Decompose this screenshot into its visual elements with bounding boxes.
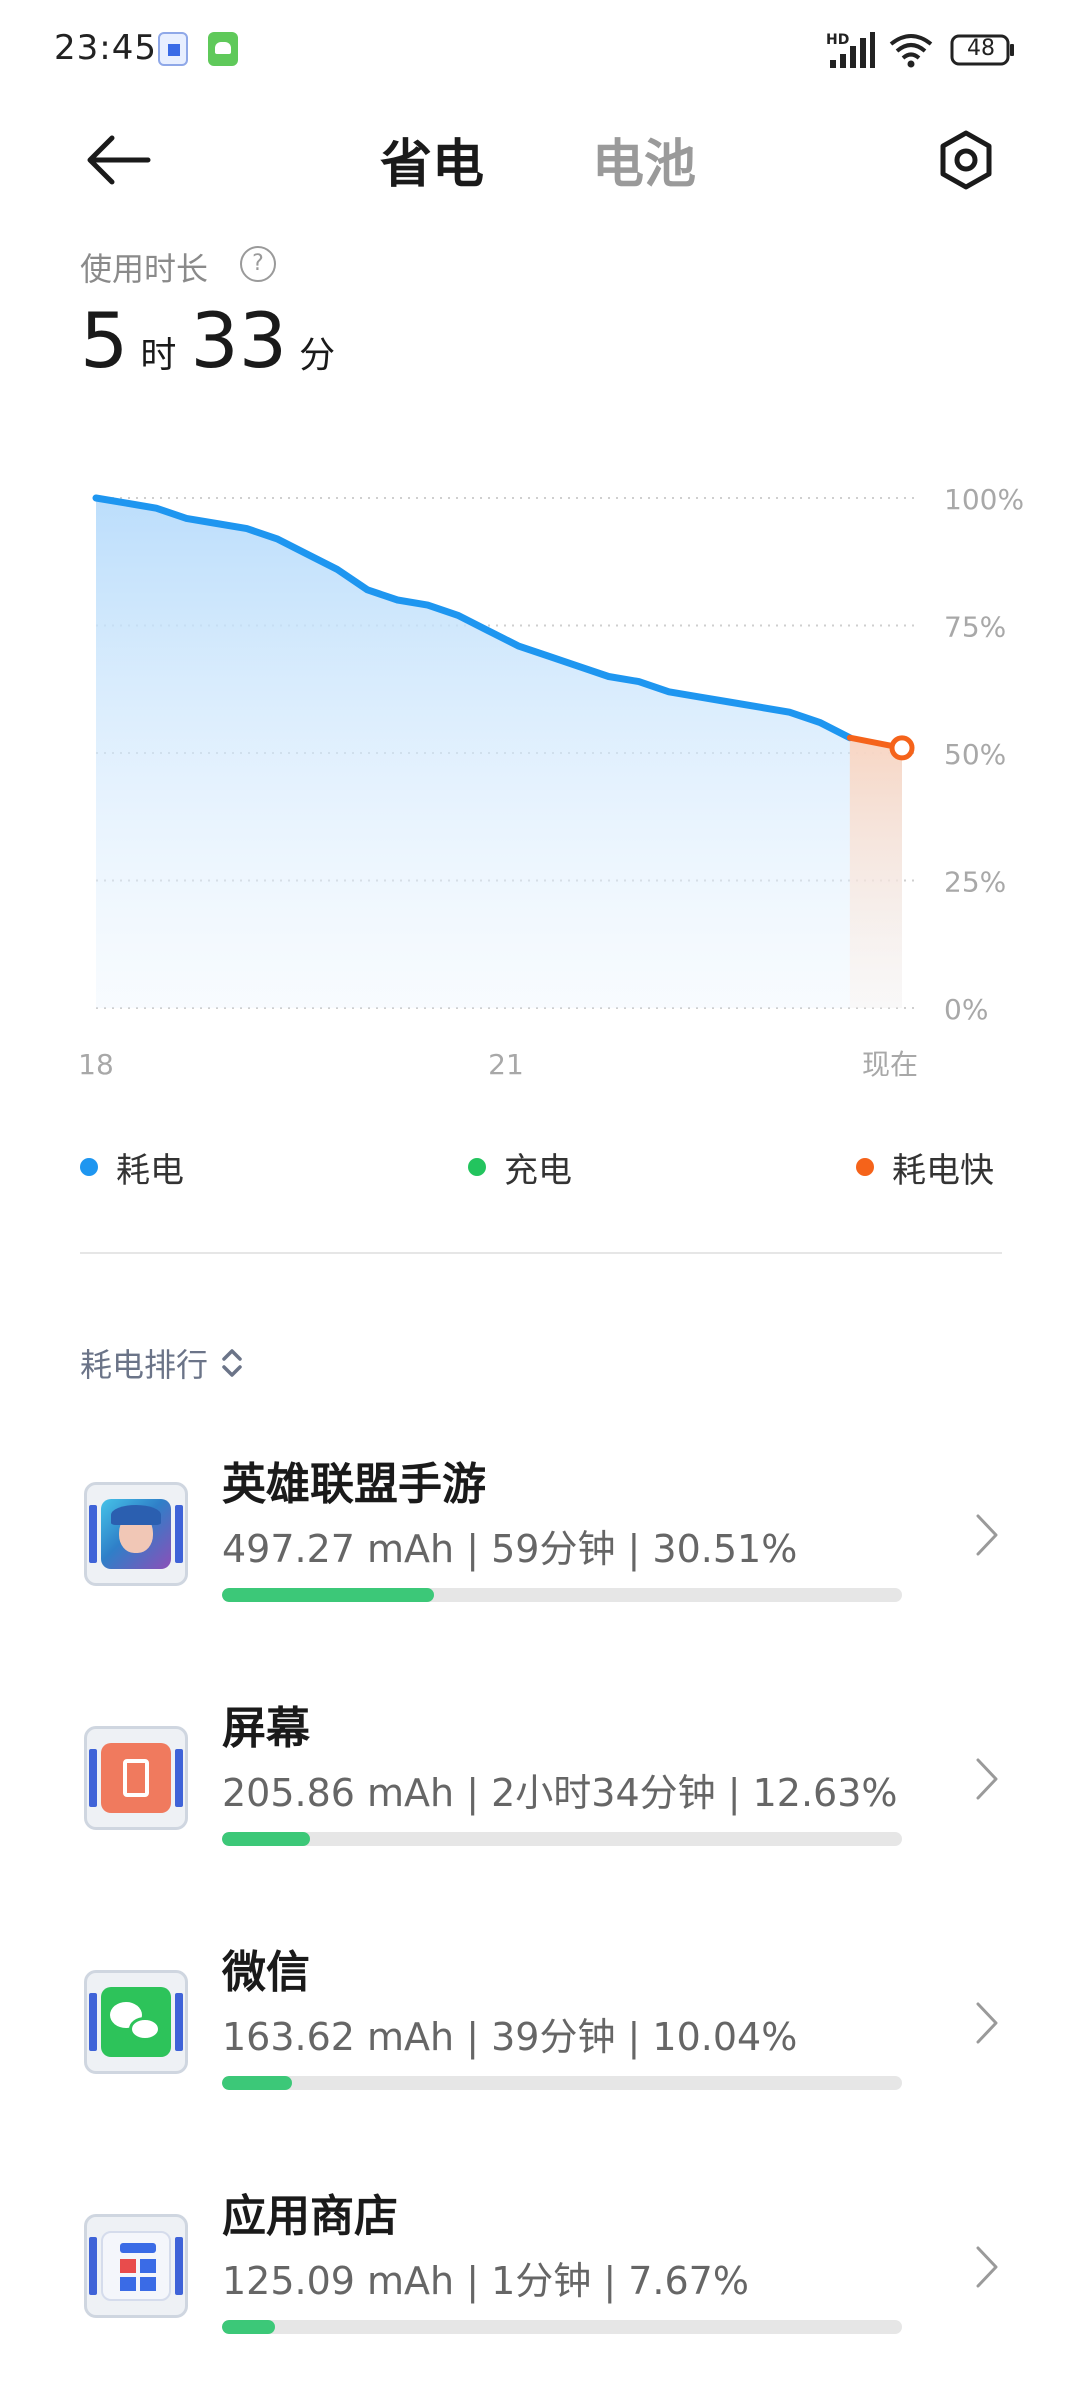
app-name: 微信 [222,1947,310,1998]
usage-bar-track [222,2076,902,2090]
sort-icon [222,1349,242,1377]
legend-discharge-label: 耗电 [116,1150,184,1191]
app-row-lol[interactable]: 英雄联盟手游 497.27 mAh | 59分钟 | 30.51% [0,1448,1080,1628]
app-store-icon [84,2214,188,2318]
back-button[interactable] [82,130,154,190]
usage-minutes-unit: 分 [299,335,336,376]
usage-bar-fill [222,2076,292,2090]
usage-hours-unit: 时 [140,335,177,376]
ranking-sort-toggle[interactable]: 耗电排行 [80,1340,246,1386]
status-bar: 23:45 HD 48 [0,0,1080,110]
wifi-icon [889,34,933,68]
usage-bar-fill [222,1588,434,1602]
app-name: 应用商店 [222,2191,398,2242]
x-tick-label: 现在 [862,1048,918,1081]
help-icon[interactable]: ? [240,246,276,282]
legend-charge-label: 充电 [504,1150,572,1191]
app-stats: 125.09 mAh | 1分钟 | 7.67% [222,2259,749,2303]
wechat-icon [84,1970,188,2074]
app-row-app-store[interactable]: 应用商店 125.09 mAh | 1分钟 | 7.67% [0,2180,1080,2360]
usage-bar-track [222,1832,902,1846]
legend-fast-drain-label: 耗电快 [892,1150,994,1191]
fast-drain-area [849,737,902,1008]
android-notification-icon [208,32,238,66]
app-stats: 497.27 mAh | 59分钟 | 30.51% [222,1527,798,1571]
usage-bar-fill [222,1832,310,1846]
battery-level: 48 [967,36,995,61]
legend-discharge-dot [80,1158,98,1176]
x-tick-label: 21 [488,1048,524,1081]
app-store-notification-icon [158,32,188,66]
usage-hours: 5 [80,296,129,385]
app-row-wechat[interactable]: 微信 163.62 mAh | 39分钟 | 10.04% [0,1936,1080,2116]
section-divider [80,1252,1002,1254]
app-stats: 163.62 mAh | 39分钟 | 10.04% [222,2015,798,2059]
current-level-marker [889,735,915,761]
status-time: 23:45 [54,28,157,68]
legend-discharge: 耗电 [80,1145,184,1191]
lol-game-icon [84,1482,188,1586]
y-tick-label: 50% [944,738,1006,771]
app-name: 屏幕 [222,1703,310,1754]
y-tick-label: 25% [944,866,1006,899]
screen-icon [84,1726,188,1830]
y-tick-label: 75% [944,611,1006,644]
usage-minutes: 33 [190,296,288,385]
discharge-area [96,498,902,1008]
settings-icon[interactable] [936,128,996,192]
chevron-right-icon [976,2002,998,2044]
x-tick-label: 18 [78,1048,114,1081]
legend-fast-drain: 耗电快 [856,1145,994,1191]
usage-bar-track [222,2320,902,2334]
app-row-screen[interactable]: 屏幕 205.86 mAh | 2小时34分钟 | 12.63% [0,1692,1080,1872]
battery-chart: 100% 75% 50% 25% 0% 18 21 现在 [78,483,1024,1081]
legend-charge-dot [468,1158,486,1176]
app-stats: 205.86 mAh | 2小时34分钟 | 12.63% [222,1771,898,1815]
tab-battery[interactable]: 电池 [592,122,696,197]
legend-fast-drain-dot [856,1158,874,1176]
chevron-right-icon [976,1514,998,1556]
usage-bar-fill [222,2320,276,2334]
usage-bar-track [222,1588,902,1602]
chevron-right-icon [976,2246,998,2288]
ranking-title: 耗电排行 [80,1346,209,1384]
signal-icon [830,32,875,68]
app-name: 英雄联盟手游 [222,1459,486,1510]
legend-charge: 充电 [468,1145,572,1191]
usage-time-label: 使用时长 [80,250,209,288]
y-tick-label: 0% [944,993,988,1026]
y-tick-label: 100% [944,483,1024,516]
chevron-right-icon [976,1758,998,1800]
tab-power-saving[interactable]: 省电 [380,122,484,197]
usage-time-value: 5 时 33 分 [80,296,349,385]
